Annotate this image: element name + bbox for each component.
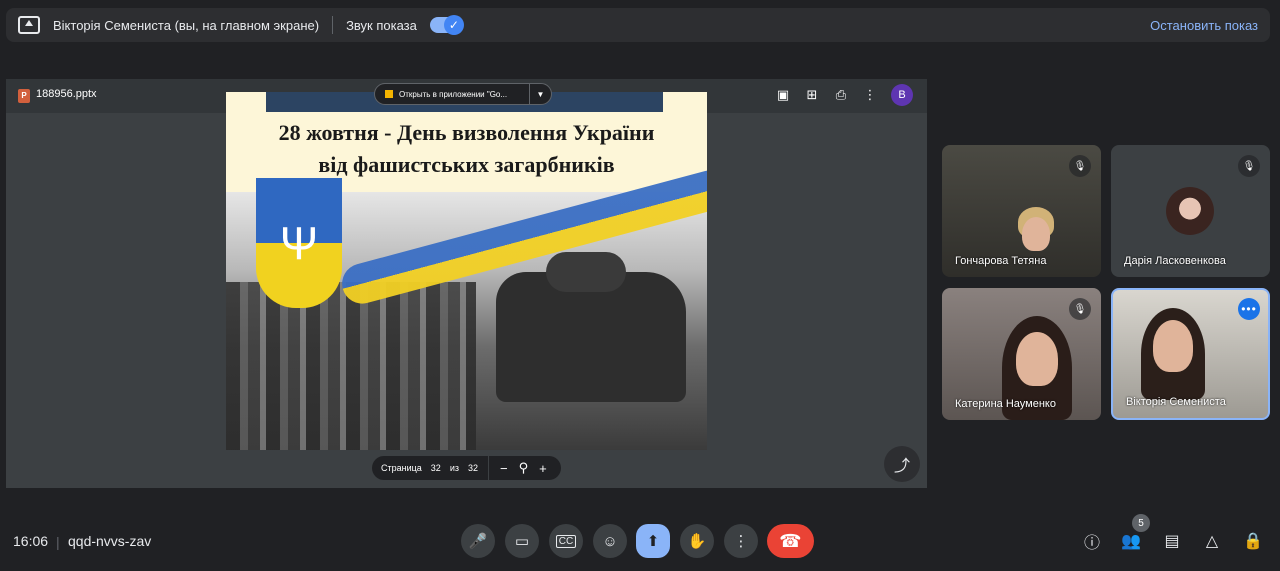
share-icon[interactable]: ⤴ <box>884 446 920 482</box>
mic-button[interactable]: 🎤 <box>461 524 495 558</box>
captions-icon: CC <box>555 534 577 548</box>
slides-icon <box>385 90 393 98</box>
presenting-bar: Вікторія Семениста (вы, на главном экран… <box>6 8 1270 42</box>
camera-icon: ▭ <box>514 533 530 550</box>
camera-button[interactable]: ▭ <box>505 524 539 558</box>
open-in-app-button[interactable]: Открыть в приложении "Go... ▼ <box>374 83 552 105</box>
mic-off-icon: 🎙 <box>1069 155 1091 177</box>
avatar <box>1166 187 1214 235</box>
chevron-down-icon[interactable]: ▼ <box>529 84 551 104</box>
participant-name: Катерина Науменко <box>955 398 1056 410</box>
add-to-drive-icon[interactable]: ▣ <box>775 87 791 103</box>
page-label: Страница <box>381 463 422 473</box>
sound-label: Звук показа <box>346 17 417 33</box>
captions-button[interactable]: CC <box>549 524 583 558</box>
more-icon: ⋮ <box>733 533 749 550</box>
info-icon[interactable]: ⓘ <box>1081 530 1103 552</box>
present-now-icon: ⬆ <box>646 533 660 550</box>
raise-hand-icon: ✋ <box>687 533 707 550</box>
zoom-in-icon[interactable]: + <box>539 461 547 476</box>
file-name: 188956.pptx <box>36 88 97 100</box>
slide-title-line2: від фашистських загарбників <box>318 152 615 177</box>
leave-call-icon: ☎ <box>779 530 802 551</box>
tank-image <box>496 252 686 402</box>
people-icon[interactable]: 👥 <box>1120 530 1142 552</box>
print-icon[interactable]: ⎙ <box>833 87 849 103</box>
participant-video <box>1022 217 1050 251</box>
stop-presenting-button[interactable]: Остановить показ <box>1150 18 1258 33</box>
emoji-button[interactable]: ☺ <box>593 524 627 558</box>
crowd-image <box>226 282 476 450</box>
page-controls: Страница 32 из 32 − ⚲ + <box>372 456 561 480</box>
pptx-file-icon: P <box>18 89 30 103</box>
present-icon <box>18 16 40 34</box>
slide-title: 28 жовтня - День визволення України від … <box>226 117 707 181</box>
divider: | <box>56 534 60 550</box>
participant-tile[interactable]: 🎙 Гончарова Тетяна <box>942 145 1101 277</box>
participant-video <box>1016 332 1058 386</box>
meeting-code: qqd-nvvs-zav <box>68 533 152 549</box>
participant-tile[interactable]: 🎙 Дарія Ласковенкова <box>1111 145 1270 277</box>
trident-coat-of-arms-icon: Ψ <box>256 178 342 308</box>
mic-off-icon: 🎙 <box>1238 155 1260 177</box>
clock: 16:06 <box>13 533 49 549</box>
participant-video <box>1153 320 1193 372</box>
page-current[interactable]: 32 <box>431 463 441 473</box>
raise-hand-button[interactable]: ✋ <box>680 524 714 558</box>
more-options-button[interactable]: ⋮ <box>724 524 758 558</box>
activities-icon[interactable]: △ <box>1201 530 1223 552</box>
participant-tile-active[interactable]: ••• Вікторія Семениста <box>1111 288 1270 420</box>
present-now-button[interactable]: ⬆ <box>636 524 670 558</box>
zoom-icon[interactable]: ⚲ <box>519 460 529 476</box>
zoom-out-icon[interactable]: − <box>500 461 508 476</box>
add-comment-icon[interactable]: ⊞ <box>804 87 820 103</box>
sound-toggle[interactable]: ✓ <box>429 15 464 35</box>
slide-title-line1: 28 жовтня - День визволення України <box>278 120 655 145</box>
page-of-label: из <box>449 463 459 473</box>
page-total: 32 <box>467 463 478 473</box>
more-options-icon[interactable]: ••• <box>1238 298 1260 320</box>
more-vert-icon[interactable]: ⋮ <box>862 87 878 103</box>
chat-icon[interactable]: ▤ <box>1161 530 1183 552</box>
check-icon: ✓ <box>443 15 464 35</box>
divider <box>332 16 334 34</box>
mic-icon: 🎤 <box>468 533 488 550</box>
participant-name: Дарія Ласковенкова <box>1124 255 1226 267</box>
emoji-icon: ☺ <box>602 532 618 550</box>
people-count-badge: 5 <box>1132 514 1150 532</box>
participant-tile[interactable]: 🎙 Катерина Науменко <box>942 288 1101 420</box>
divider <box>487 456 489 480</box>
host-controls-icon[interactable]: 🔒 <box>1242 530 1264 552</box>
participant-name: Вікторія Семениста <box>1126 396 1226 408</box>
participant-name: Гончарова Тетяна <box>955 255 1047 267</box>
account-avatar[interactable]: B <box>891 84 913 106</box>
leave-call-button[interactable]: ☎ <box>767 524 814 558</box>
presenter-label: Вікторія Семениста (вы, на главном экран… <box>53 17 320 33</box>
mic-off-icon: 🎙 <box>1069 298 1091 320</box>
open-in-app-label: Открыть в приложении "Go... <box>399 89 508 99</box>
viewer-actions: ▣ ⊞ ⎙ ⋮ B <box>775 84 913 106</box>
slide: 28 жовтня - День визволення України від … <box>226 92 707 450</box>
